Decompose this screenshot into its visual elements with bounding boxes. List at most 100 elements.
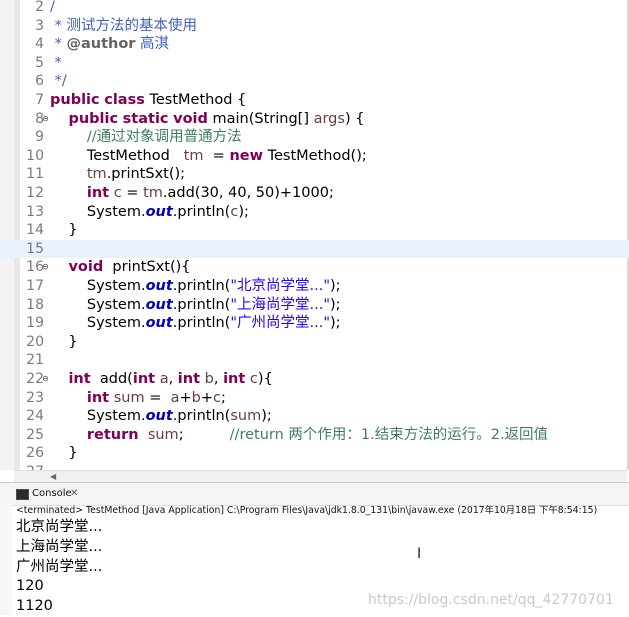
- code-text: TestMethod tm = new TestMethod();: [50, 147, 367, 166]
- code-line[interactable]: 15: [0, 239, 629, 259]
- code-text: public static void main(String[] args) {: [50, 110, 364, 129]
- code-line[interactable]: 24 System.out.println(sum);: [0, 407, 629, 426]
- code-token: );: [330, 315, 341, 332]
- code-token: out: [145, 203, 173, 220]
- line-number: 5: [35, 54, 44, 71]
- text-cursor-icon: I: [417, 546, 422, 562]
- line-number: 8: [35, 110, 44, 127]
- line-number: 6: [35, 73, 44, 90]
- code-token: */: [50, 73, 67, 90]
- code-token: int: [223, 371, 246, 387]
- code-line[interactable]: 10 TestMethod tm = new TestMethod();: [0, 147, 629, 166]
- code-text: System.out.println(c);: [50, 203, 249, 222]
- code-token: =: [144, 389, 171, 406]
- code-line[interactable]: 11 tm.printSxt();: [0, 165, 629, 184]
- code-token: ,: [168, 371, 178, 387]
- code-line[interactable]: 20 }: [0, 333, 629, 352]
- line-number: 7: [35, 92, 44, 108]
- code-token: ,: [213, 371, 224, 387]
- code-text: }: [50, 333, 77, 352]
- line-number: 19: [26, 315, 44, 332]
- code-token: sum: [113, 389, 145, 406]
- code-token: +: [200, 389, 213, 406]
- code-token: @author: [66, 36, 136, 53]
- line-number: 16: [26, 259, 44, 276]
- code-token: );: [330, 278, 341, 294]
- code-token: System.: [50, 278, 146, 294]
- horizontal-scrollbar[interactable]: ◀: [14, 470, 627, 482]
- code-line[interactable]: 16 ⊖ void printSxt(){: [0, 258, 629, 277]
- code-token: b: [204, 371, 214, 387]
- tab-console[interactable]: Console: [16, 486, 72, 502]
- line-number: 15: [26, 240, 44, 257]
- line-number: 14: [26, 222, 44, 239]
- code-line[interactable]: 3 * 测试方法的基本使用: [0, 17, 629, 36]
- code-text: //通过对象调用普通方法: [50, 128, 242, 147]
- code-text: return sum; //return 两个作用：1.结束方法的运行。2.返回…: [50, 426, 548, 445]
- code-token: ;: [220, 389, 226, 406]
- code-line[interactable]: 6 */: [0, 72, 629, 91]
- line-number: 23: [26, 389, 44, 406]
- code-line[interactable]: 25 return sum; //return 两个作用：1.结束方法的运行。2…: [0, 426, 629, 445]
- console-output-line: 上海尚学堂...: [16, 538, 103, 555]
- code-token: .printSxt();: [106, 166, 186, 183]
- code-text: *: [50, 54, 62, 73]
- code-line[interactable]: 12 int c = tm.add(30, 40, 50)+1000;: [0, 184, 629, 203]
- code-token: out: [145, 278, 173, 294]
- code-line[interactable]: 26 }: [0, 444, 629, 463]
- line-number: 18: [26, 296, 44, 313]
- code-line[interactable]: 17 System.out.println("北京尚学堂...");: [0, 277, 629, 296]
- code-line[interactable]: 13 System.out.println(c);: [0, 203, 629, 222]
- console-icon: [16, 489, 29, 500]
- code-line[interactable]: 22 ⊖ int add(int a, int b, int c){: [0, 370, 629, 389]
- code-token: new: [229, 147, 263, 164]
- scroll-left-arrow-icon[interactable]: ◀: [50, 471, 56, 482]
- code-line[interactable]: 7 public class TestMethod {: [0, 91, 629, 110]
- line-number: 13: [26, 203, 44, 220]
- line-number: 22: [26, 371, 44, 387]
- console-left-margin: [0, 504, 12, 615]
- code-line[interactable]: 2/: [0, 0, 629, 17]
- code-line[interactable]: 21: [0, 351, 629, 370]
- code-token: tm: [183, 147, 204, 164]
- code-token: * 测试方法的基本使用: [50, 17, 197, 34]
- fold-toggle-icon[interactable]: ⊖: [42, 110, 49, 128]
- code-line[interactable]: 8 ⊖ public static void main(String[] args…: [0, 110, 629, 129]
- code-line[interactable]: 23 int sum = a+b+c;: [0, 389, 629, 408]
- code-line[interactable]: 18 System.out.println("上海尚学堂...");: [0, 296, 629, 315]
- code-token: ) {: [344, 110, 365, 127]
- code-text: System.out.println("上海尚学堂...");: [50, 296, 341, 315]
- code-token: printSxt(){: [103, 259, 191, 276]
- line-number: 17: [26, 278, 44, 294]
- code-token: ){: [257, 371, 273, 387]
- code-token: c: [213, 389, 221, 406]
- close-icon[interactable]: ✕: [70, 486, 78, 502]
- line-number: 11: [26, 166, 44, 183]
- code-text: System.out.println(sum);: [50, 407, 272, 426]
- code-line[interactable]: 19 System.out.println("广州尚学堂...");: [0, 314, 629, 333]
- code-token: *: [50, 36, 67, 53]
- code-token: "北京尚学堂...": [230, 278, 331, 294]
- code-token: ;: [178, 426, 230, 443]
- code-token: void: [68, 259, 104, 276]
- code-token: System.: [50, 203, 146, 220]
- code-line[interactable]: 4 * @author 高淇: [0, 35, 629, 54]
- code-editor[interactable]: 2/3 * 测试方法的基本使用 4 * @author 高淇 5 * 6 */7 pub…: [0, 0, 629, 482]
- code-token: out: [145, 296, 173, 313]
- fold-toggle-icon[interactable]: ⊖: [42, 258, 49, 276]
- fold-toggle-icon[interactable]: ⊖: [42, 370, 49, 388]
- code-token: a: [159, 371, 169, 387]
- code-token: .add(30, 40, 50)+1000;: [162, 185, 334, 201]
- code-token: .println(: [172, 408, 231, 425]
- code-token: System.: [50, 408, 146, 425]
- line-number: 21: [26, 352, 44, 369]
- code-line[interactable]: 5 *: [0, 54, 629, 73]
- code-token: return: [86, 426, 139, 443]
- code-line[interactable]: 14 }: [0, 221, 629, 240]
- code-line[interactable]: 9 //通过对象调用普通方法: [0, 128, 629, 147]
- code-token: }: [50, 222, 78, 239]
- console-output[interactable]: 北京尚学堂... 上海尚学堂... 广州尚学堂... 120 1120: [16, 518, 102, 617]
- code-text: public class TestMethod {: [50, 91, 246, 110]
